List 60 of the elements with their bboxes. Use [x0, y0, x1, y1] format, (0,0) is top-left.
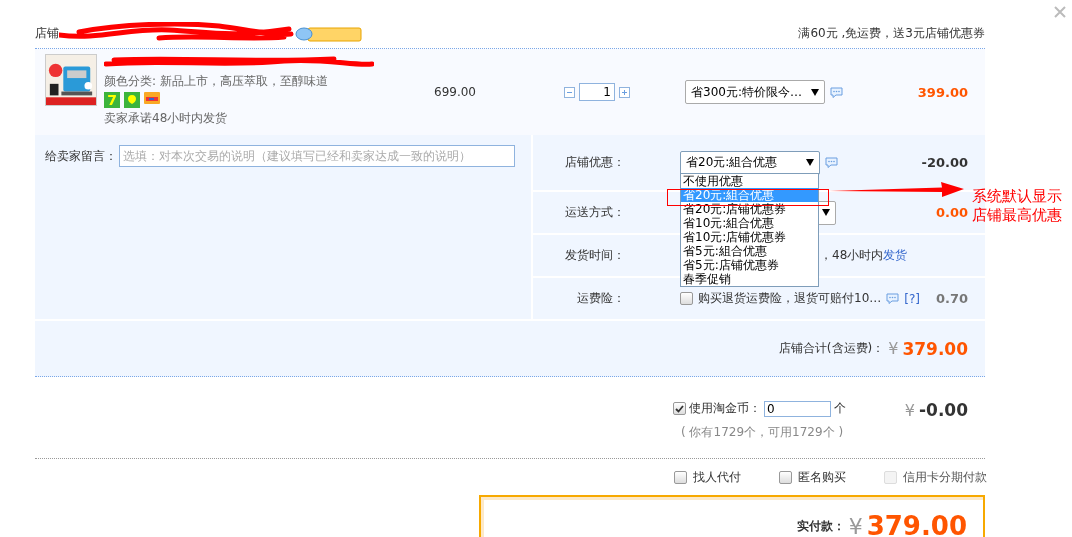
coins-amount: -0.00	[919, 400, 968, 420]
promotion-select[interactable]: 省300元:特价限今…	[685, 80, 825, 104]
unit-price: 699.00	[434, 85, 476, 99]
coins-label: 使用淘金币：	[689, 400, 761, 417]
coins-field[interactable]: 0	[764, 400, 831, 417]
dropdown-option[interactable]: 春季促销	[681, 271, 818, 286]
shop-label: 店铺	[35, 25, 59, 42]
coins-note: ( 你有1729个，可用1729个 )	[680, 424, 845, 441]
chat-icon[interactable]	[886, 293, 900, 305]
help-link[interactable]: [?]	[904, 291, 920, 306]
discount-select[interactable]: 省20元:組合优惠	[680, 150, 820, 175]
close-icon[interactable]	[1054, 6, 1066, 18]
caret-icon	[806, 159, 814, 167]
checkbox[interactable]	[674, 470, 687, 484]
quantity-field[interactable]: 1	[579, 83, 615, 101]
discount-label: 店铺优惠：	[564, 154, 625, 172]
shipping-promise: 卖家承诺48小时内发货	[104, 110, 229, 127]
shipping-label: 运送方式：	[564, 204, 625, 222]
item-spec: 颜色分类: 新品上市，高压萃取，至醇味道	[104, 73, 329, 90]
delivery-link[interactable]: 发货	[883, 247, 908, 265]
return-badge: 7	[104, 92, 120, 108]
dropdown-option[interactable]: 不使用优惠	[681, 173, 818, 188]
insurance-label: 运费险：	[576, 290, 625, 308]
shipping-amount: 0.00	[935, 205, 968, 221]
discount-amount: -20.00	[921, 155, 968, 171]
payment-amount: 379.00	[866, 511, 967, 537]
checkbox[interactable]	[673, 402, 686, 415]
option-checkbox[interactable]: 匿名购买	[779, 468, 884, 486]
chat-icon[interactable]	[830, 86, 843, 98]
payment-label: 实付款：	[796, 517, 845, 535]
caret-icon	[811, 88, 819, 96]
currency-symbol: ¥	[888, 339, 899, 358]
delivery-label: 发货时间：	[564, 247, 625, 265]
insurance-amount: 0.70	[935, 291, 968, 307]
item-total: 399.00	[917, 84, 968, 100]
option-checkbox[interactable]: 找人代付	[674, 468, 779, 486]
dropdown-option[interactable]: 省10元:組合优惠	[681, 215, 818, 230]
dropdown-option[interactable]: 省5元:店铺优惠券	[681, 257, 818, 272]
checkbox[interactable]	[779, 470, 792, 484]
chat-icon[interactable]	[825, 157, 838, 169]
caret-icon	[822, 209, 830, 217]
checkbox[interactable]	[680, 292, 693, 306]
message-field[interactable]: 选填：对本次交易的说明（建议填写已经和卖家达成一致的说明）	[119, 145, 515, 167]
shop-total-amount: 379.00	[902, 338, 968, 359]
shop-total-label: 店铺合计(含运费)：	[778, 340, 885, 357]
currency-symbol: ¥	[848, 513, 863, 537]
guarantee-icon	[124, 92, 140, 108]
currency-symbol: ¥	[904, 400, 915, 420]
insurance-text: 购买退货运费险，退货可赔付10…	[698, 290, 882, 308]
dropdown-option[interactable]: 省5元:組合优惠	[681, 243, 818, 258]
delivery-text: ，48小时内	[820, 247, 884, 265]
contact-badge-icon[interactable]	[294, 26, 362, 42]
coins-unit: 个	[834, 400, 846, 417]
shop-promotion: 满60元 ,免运费，送3元店铺优惠券	[798, 25, 985, 42]
plus-icon[interactable]	[619, 86, 630, 98]
annotation-text: 系统默认显示 店铺最高优惠	[972, 186, 1062, 225]
card-icon	[144, 92, 160, 104]
minus-icon[interactable]	[564, 86, 575, 98]
dropdown-option[interactable]: 省10元:店铺优惠券	[681, 229, 818, 244]
message-label: 给卖家留言：	[45, 148, 117, 165]
